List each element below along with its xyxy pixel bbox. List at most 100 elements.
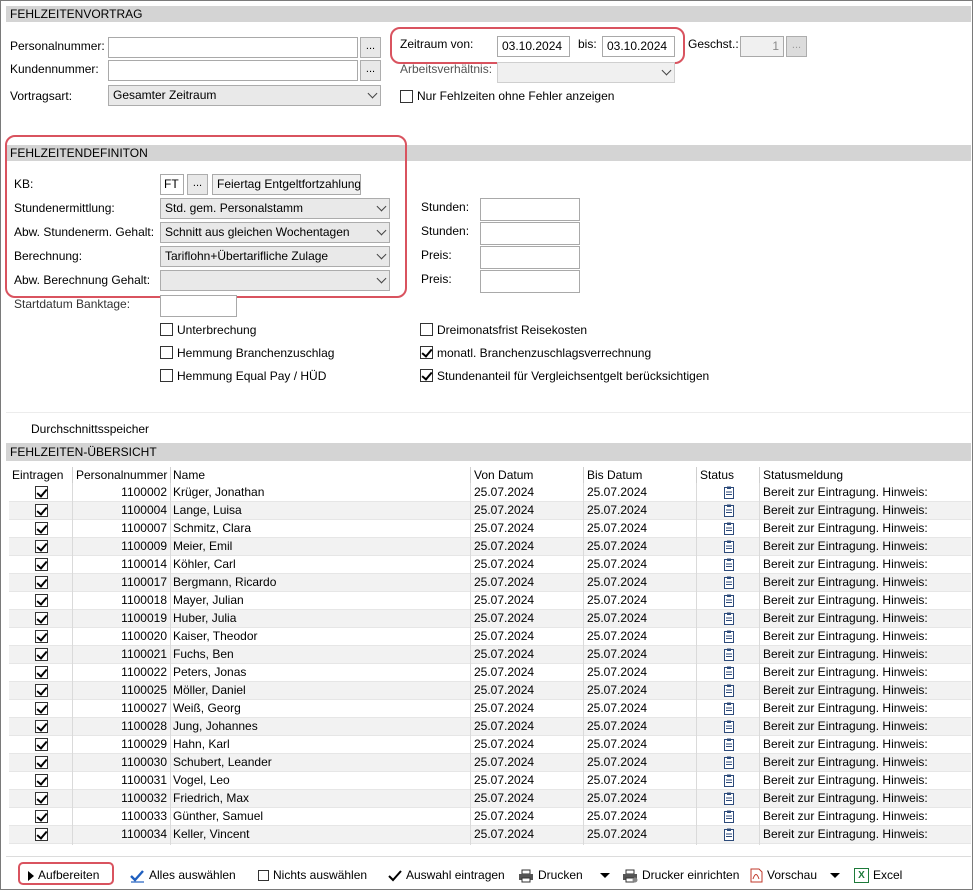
eintragen-checkbox[interactable] [35, 720, 48, 733]
auswahl-eintragen-button[interactable]: Auswahl eintragen [388, 866, 505, 884]
berechnung-value: Tariflohn+Übertarifliche Zulage [165, 249, 329, 263]
eintragen-checkbox[interactable] [35, 702, 48, 715]
aufbereiten-button[interactable]: Aufbereiten [28, 866, 99, 884]
kb-code-input[interactable]: FT [160, 174, 184, 195]
dreimonatsfrist-checkbox[interactable] [420, 323, 433, 336]
eintragen-checkbox[interactable] [35, 504, 48, 517]
table-row[interactable]: 1100032 Friedrich, Max 25.07.2024 25.07.202… [9, 790, 971, 808]
von-datum-cell: 25.07.2024 [474, 647, 535, 661]
eintragen-checkbox[interactable] [35, 558, 48, 571]
eintragen-checkbox[interactable] [35, 522, 48, 535]
col-header-name[interactable]: Name [170, 467, 470, 483]
table-row[interactable]: 1100030 Schubert, Leander 25.07.2024 25.07.… [9, 754, 971, 772]
table-row[interactable]: 1100002 Krüger, Jonathan 25.07.2024 25.07.2… [9, 484, 971, 502]
stunden-input-1[interactable] [480, 198, 580, 221]
durchschnittsspeicher-label[interactable]: Durchschnittsspeicher [31, 422, 149, 436]
eintragen-checkbox[interactable] [35, 738, 48, 751]
eintragen-checkbox[interactable] [35, 828, 48, 841]
unterbrechung-checkbox[interactable] [160, 323, 173, 336]
vorschau-dropdown-button[interactable] [830, 866, 840, 884]
drucken-button[interactable]: Drucken [518, 866, 583, 884]
eintragen-checkbox[interactable] [35, 576, 48, 589]
preis-input-2[interactable] [480, 270, 580, 293]
table-row[interactable]: 1100021 Fuchs, Ben 25.07.2024 25.07.2024 Ber… [9, 646, 971, 664]
col-header-von-datum[interactable]: Von Datum [471, 467, 583, 483]
table-row[interactable]: 1100014 Köhler, Carl 25.07.2024 25.07.2024 B… [9, 556, 971, 574]
eintragen-checkbox[interactable] [35, 612, 48, 625]
stundenermittlung-select[interactable]: Std. gem. Personalstamm [160, 198, 390, 219]
eintragen-checkbox[interactable] [35, 684, 48, 697]
table-row[interactable]: 1100007 Schmitz, Clara 25.07.2024 25.07.202… [9, 520, 971, 538]
col-header-status[interactable]: Status [697, 467, 759, 483]
status-cell [724, 700, 744, 717]
table-row[interactable]: 1100025 Möller, Daniel 25.07.2024 25.07.202… [9, 682, 971, 700]
stundenanteil-checkbox[interactable] [420, 369, 433, 382]
table-row[interactable]: 1100004 Lange, Luisa 25.07.2024 25.07.2024 B… [9, 502, 971, 520]
nur-fehlzeiten-checkbox[interactable] [400, 90, 413, 103]
bis-datum-cell: 25.07.2024 [587, 719, 648, 733]
personalnummer-lookup-button[interactable]: ... [360, 37, 381, 58]
kundennummer-label: Kundennummer: [10, 62, 99, 76]
hemmung-branchenzuschlag-checkbox[interactable] [160, 346, 173, 359]
table-row[interactable]: 1100028 Jung, Johannes 25.07.2024 25.07.202… [9, 718, 971, 736]
eintragen-checkbox[interactable] [35, 486, 48, 499]
stunden-input-2[interactable] [480, 222, 580, 245]
personalnummer-input[interactable] [108, 37, 358, 58]
col-header-personalnummer[interactable]: Personalnummer [73, 467, 171, 483]
col-header-eintragen[interactable]: Eintragen [9, 467, 73, 483]
alles-auswaehlen-button[interactable]: Alles auswählen [130, 866, 236, 884]
eintragen-checkbox[interactable] [35, 648, 48, 661]
arbeitsverhaeltnis-select[interactable] [497, 62, 675, 83]
eintragen-checkbox[interactable] [35, 756, 48, 769]
eintragen-checkbox[interactable] [35, 666, 48, 679]
drucker-einrichten-button[interactable]: Drucker einrichten [622, 866, 739, 884]
berechnung-select[interactable]: Tariflohn+Übertarifliche Zulage [160, 246, 390, 267]
table-row[interactable]: 1100022 Peters, Jonas 25.07.2024 25.07.2024… [9, 664, 971, 682]
startdatum-input[interactable] [160, 295, 237, 317]
table-row[interactable]: 1100018 Mayer, Julian 25.07.2024 25.07.2024… [9, 592, 971, 610]
grid-line [72, 483, 73, 845]
table-row[interactable]: 1100009 Meier, Emil 25.07.2024 25.07.2024 Be… [9, 538, 971, 556]
geschst-input[interactable]: 1 [740, 36, 784, 57]
table-row[interactable]: 1100027 Weiß, Georg 25.07.2024 25.07.2024 Be… [9, 700, 971, 718]
status-cell [724, 520, 744, 537]
eintragen-checkbox[interactable] [35, 774, 48, 787]
eintragen-checkbox[interactable] [35, 540, 48, 553]
table-row[interactable]: 1100031 Vogel, Leo 25.07.2024 25.07.2024 Ber… [9, 772, 971, 790]
hemmung-equal-pay-checkbox[interactable] [160, 369, 173, 382]
nichts-auswaehlen-button[interactable]: Nichts auswählen [258, 866, 367, 884]
eintragen-checkbox[interactable] [35, 810, 48, 823]
clipboard-icon [724, 774, 734, 787]
kb-lookup-button[interactable]: ... [187, 174, 208, 195]
geschst-lookup-button[interactable]: ... [786, 36, 807, 57]
table-row[interactable]: 1100034 Keller, Vincent 25.07.2024 25.07.20… [9, 826, 971, 844]
abw-berechnung-select[interactable] [160, 270, 390, 291]
excel-button[interactable]: X Excel [854, 866, 902, 884]
drucken-dropdown-button[interactable] [600, 866, 610, 884]
table-row[interactable]: 1100019 Huber, Julia 25.07.2024 25.07.2024 B… [9, 610, 971, 628]
kundennummer-input[interactable] [108, 60, 358, 81]
kundennummer-lookup-button[interactable]: ... [360, 60, 381, 81]
table-row[interactable]: 1100033 Günther, Samuel 25.07.2024 25.07.20… [9, 808, 971, 826]
col-header-statusmeldung[interactable]: Statusmeldung [760, 467, 960, 483]
table-row[interactable]: 1100020 Kaiser, Theodor 25.07.2024 25.07.20… [9, 628, 971, 646]
eintragen-checkbox[interactable] [35, 792, 48, 805]
play-icon [28, 870, 34, 881]
startdatum-label: Startdatum Banktage: [14, 297, 131, 311]
name-cell: Keller, Vincent [173, 827, 250, 841]
abw-stundenerm-select[interactable]: Schnitt aus gleichen Wochentagen [160, 222, 390, 243]
col-header-bis-datum[interactable]: Bis Datum [584, 467, 696, 483]
statusmeldung-cell: Bereit zur Eintragung. Hinweis: [763, 737, 928, 751]
clipboard-icon [724, 720, 734, 733]
personalnummer-cell: 1100033 [121, 809, 167, 823]
table-row[interactable]: 1100029 Hahn, Karl 25.07.2024 25.07.2024 Ber… [9, 736, 971, 754]
eintragen-checkbox[interactable] [35, 594, 48, 607]
monatl-branchenzuschlag-checkbox[interactable] [420, 346, 433, 359]
preis-label-1: Preis: [421, 248, 452, 262]
table-row[interactable]: 1100017 Bergmann, Ricardo 25.07.2024 25.07.… [9, 574, 971, 592]
preis-input-1[interactable] [480, 246, 580, 269]
clipboard-icon [724, 810, 734, 823]
eintragen-checkbox[interactable] [35, 630, 48, 643]
vortragsart-select[interactable]: Gesamter Zeitraum [108, 85, 381, 106]
vorschau-button[interactable]: Vorschau [750, 866, 817, 884]
